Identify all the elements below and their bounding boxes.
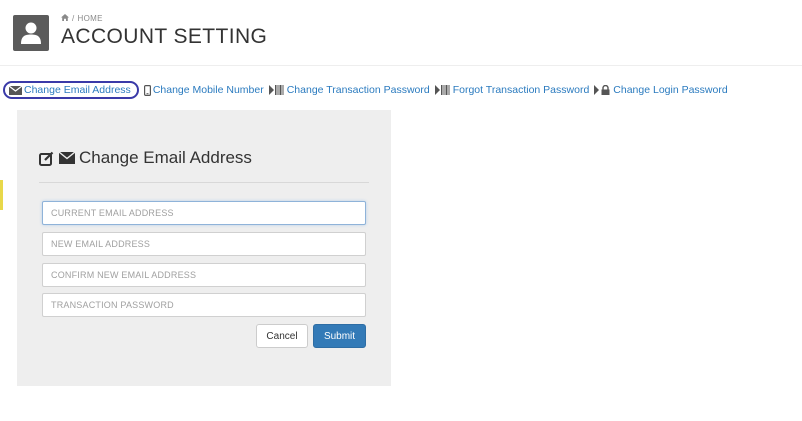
breadcrumb-separator: / [72, 13, 75, 23]
cancel-button[interactable]: Cancel [256, 324, 308, 348]
side-accent [0, 180, 3, 210]
panel-title: Change Email Address [79, 148, 252, 167]
envelope-icon [59, 152, 75, 164]
panel-heading: Change Email Address [39, 148, 252, 168]
nav-label: Forgot Transaction Password [452, 84, 590, 96]
mobile-icon [143, 84, 151, 96]
barcode-icon [434, 85, 451, 95]
page-title: ACCOUNT SETTING [61, 24, 268, 48]
home-icon[interactable] [61, 13, 69, 23]
nav-change-mobile[interactable]: Change Mobile Number [143, 84, 264, 96]
nav-label: Change Login Password [613, 84, 728, 96]
page-header: / HOME ACCOUNT SETTING [13, 8, 267, 58]
breadcrumb: / HOME [61, 13, 267, 23]
nav-change-login-password[interactable]: Change Login Password [594, 84, 728, 96]
nav-change-email[interactable]: Change Email Address [3, 81, 139, 99]
transaction-password-input[interactable] [42, 293, 366, 317]
lock-icon [594, 85, 611, 95]
envelope-icon [9, 85, 22, 95]
current-email-input[interactable] [42, 201, 366, 225]
nav-forgot-transaction-password[interactable]: Forgot Transaction Password [434, 84, 590, 96]
submit-button[interactable]: Submit [313, 324, 366, 348]
barcode-icon [268, 85, 285, 95]
new-email-input[interactable] [42, 232, 366, 256]
settings-nav: Change Email Address Change Mobile Numbe… [3, 81, 728, 99]
panel-divider [39, 182, 369, 183]
user-avatar-icon [13, 15, 49, 51]
breadcrumb-home[interactable]: HOME [78, 14, 103, 23]
edit-icon [39, 151, 55, 166]
nav-label: Change Email Address [24, 84, 131, 96]
header-divider [0, 65, 802, 66]
nav-label: Change Transaction Password [286, 84, 430, 96]
confirm-email-input[interactable] [42, 263, 366, 287]
change-email-panel: Change Email Address Cancel Submit [17, 110, 391, 386]
nav-label: Change Mobile Number [152, 84, 264, 96]
nav-change-transaction-password[interactable]: Change Transaction Password [268, 84, 430, 96]
